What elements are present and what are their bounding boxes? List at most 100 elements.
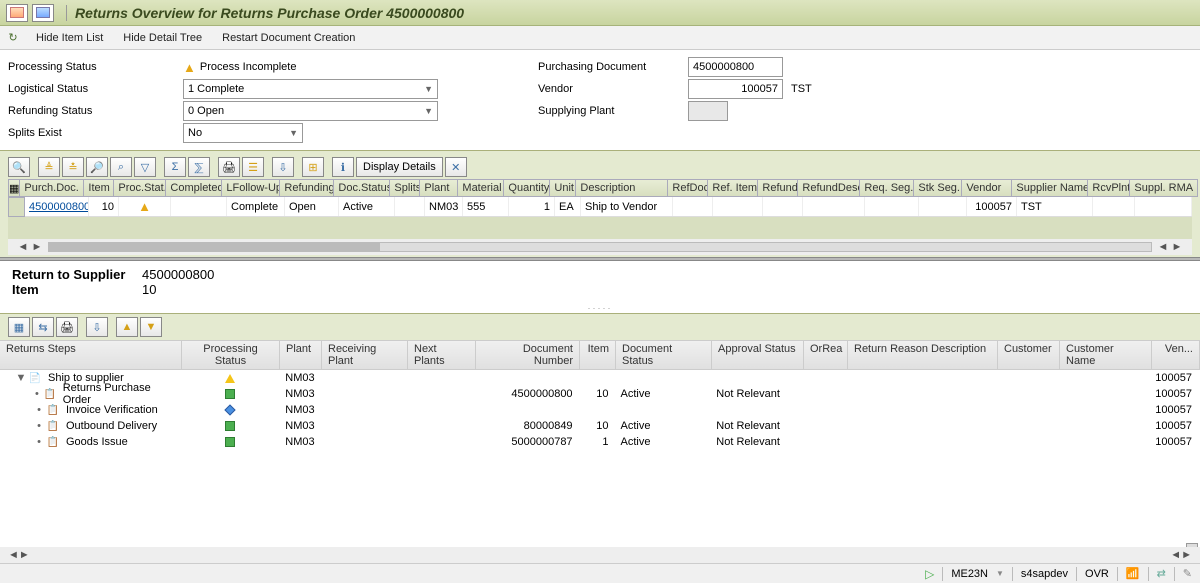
app-icon-2[interactable]: [32, 4, 54, 22]
sort-asc-icon[interactable]: ≜: [38, 157, 60, 177]
tree-col-reason[interactable]: Return Reason Description: [848, 341, 998, 369]
expand-icon[interactable]: •: [30, 388, 43, 400]
find-next-icon[interactable]: ⌕: [110, 157, 132, 177]
sum-icon[interactable]: Σ: [164, 157, 186, 177]
tree-expand-icon[interactable]: ▲: [116, 317, 138, 337]
restart-document-creation-button[interactable]: Restart Document Creation: [216, 32, 361, 44]
find-icon[interactable]: 🔎: [86, 157, 108, 177]
tree-col-orrea[interactable]: OrRea: [804, 341, 848, 369]
vendor-field[interactable]: 100057: [688, 79, 783, 99]
hide-item-list-button[interactable]: Hide Item List: [30, 32, 109, 44]
info-icon[interactable]: ℹ: [332, 157, 354, 177]
sort-desc-icon[interactable]: ≛: [62, 157, 84, 177]
status-note-icon[interactable]: ✎: [1183, 567, 1192, 580]
col-refunding[interactable]: Refunding: [280, 180, 334, 196]
col-refund[interactable]: Refund: [758, 180, 798, 196]
status-play-icon[interactable]: ▷: [925, 567, 934, 581]
tree-row[interactable]: •📋Invoice VerificationNM03100057: [0, 402, 1200, 418]
tree-print-icon[interactable]: 🖨: [56, 317, 78, 337]
tree-status-icon: [182, 437, 280, 447]
tree-col-appr[interactable]: Approval Status: [712, 341, 804, 369]
tree-row[interactable]: •📋Goods IssueNM0350000007871ActiveNot Re…: [0, 434, 1200, 450]
scroll-right-icon[interactable]: ►: [19, 549, 30, 561]
tree-col-docnum[interactable]: Document Number: [476, 341, 580, 369]
details-icon[interactable]: 🔍: [8, 157, 30, 177]
col-proc-stat[interactable]: Proc.Stat.: [114, 180, 166, 196]
col-rcvplnt[interactable]: RcvPlnt: [1088, 180, 1130, 196]
tree-col-vendor[interactable]: Ven...: [1152, 341, 1200, 369]
tree-col-plant[interactable]: Plant: [280, 341, 322, 369]
expand-icon[interactable]: •: [32, 404, 46, 416]
filter-icon[interactable]: ▽: [134, 157, 156, 177]
select-all-icon[interactable]: ▦: [8, 179, 20, 197]
chevron-down-icon[interactable]: ▼: [996, 569, 1004, 578]
close-icon[interactable]: ✕: [445, 157, 467, 177]
col-vendor[interactable]: Vendor: [962, 180, 1012, 196]
status-adjust-icon[interactable]: ⇄: [1157, 567, 1166, 580]
col-refund-desc[interactable]: RefundDesc: [798, 180, 860, 196]
horizontal-scrollbar[interactable]: [48, 242, 1152, 252]
expand-icon[interactable]: •: [32, 436, 46, 448]
expand-icon[interactable]: •: [32, 420, 46, 432]
col-description[interactable]: Description: [576, 180, 668, 196]
app-icon-1[interactable]: [6, 4, 28, 22]
tree-export-icon[interactable]: ⇩: [86, 317, 108, 337]
status-tcode[interactable]: ME23N: [951, 568, 988, 580]
tree-status-icon: [182, 389, 280, 399]
supplying-plant-field[interactable]: [688, 101, 728, 121]
tree-col-docstat[interactable]: Document Status: [616, 341, 712, 369]
refresh-icon[interactable]: ↻: [4, 29, 22, 47]
cell-purch-doc[interactable]: 4500000800: [25, 197, 89, 216]
tree-col-steps[interactable]: Returns Steps: [0, 341, 182, 369]
tree-row[interactable]: •📋Returns Purchase OrderNM03450000080010…: [0, 386, 1200, 402]
col-suppl-rma[interactable]: Suppl. RMA: [1130, 180, 1198, 196]
hide-detail-tree-button[interactable]: Hide Detail Tree: [117, 32, 208, 44]
tree-plant: NM03: [279, 420, 321, 432]
scroll-left-icon-r[interactable]: ◄: [1156, 241, 1170, 253]
tree-row[interactable]: •📋Outbound DeliveryNM038000084910ActiveN…: [0, 418, 1200, 434]
tree-tool-1[interactable]: ▦: [8, 317, 30, 337]
scroll-right-icon-r[interactable]: ►: [1181, 549, 1192, 561]
scroll-left-icon[interactable]: ◄: [8, 549, 19, 561]
tree-col-item[interactable]: Item: [580, 341, 616, 369]
layout-icon[interactable]: ⊞: [302, 157, 324, 177]
scroll-left-icon-r[interactable]: ◄: [1170, 549, 1181, 561]
col-completed[interactable]: Completed: [166, 180, 222, 196]
tree-col-status[interactable]: Processing Status: [182, 341, 280, 369]
splits-exist-select[interactable]: No ▼: [183, 123, 303, 143]
col-splits[interactable]: Splits: [390, 180, 420, 196]
col-quantity[interactable]: Quantity: [504, 180, 550, 196]
row-selector[interactable]: [8, 197, 25, 217]
scroll-right-icon[interactable]: ►: [30, 241, 44, 253]
col-item[interactable]: Item: [84, 180, 114, 196]
logistical-status-select[interactable]: 1 Complete ▼: [183, 79, 438, 99]
col-unit[interactable]: Unit: [550, 180, 576, 196]
col-ref-item[interactable]: Ref. Item: [708, 180, 758, 196]
tree-collapse-icon[interactable]: ▼: [140, 317, 162, 337]
print-icon[interactable]: 🖨: [218, 157, 240, 177]
col-req-seg[interactable]: Req. Seg.: [860, 180, 914, 196]
col-lfollowup[interactable]: LFollow-Up: [222, 180, 280, 196]
col-plant[interactable]: Plant: [420, 180, 458, 196]
export-icon[interactable]: ⇩: [272, 157, 294, 177]
purchasing-document-field[interactable]: 4500000800: [688, 57, 783, 77]
col-material[interactable]: Material: [458, 180, 504, 196]
tree-tool-2[interactable]: ⇆: [32, 317, 54, 337]
view-icon[interactable]: ☰: [242, 157, 264, 177]
col-supplier-name[interactable]: Supplier Name: [1012, 180, 1088, 196]
doc-icon: 📋: [44, 389, 57, 400]
col-purch-doc[interactable]: Purch.Doc.: [20, 180, 84, 196]
tree-col-custname[interactable]: Customer Name: [1060, 341, 1152, 369]
tree-col-next[interactable]: Next Plants: [408, 341, 476, 369]
tree-col-rcvplant[interactable]: Receiving Plant: [322, 341, 408, 369]
tree-col-customer[interactable]: Customer: [998, 341, 1060, 369]
scroll-left-icon[interactable]: ◄: [16, 241, 30, 253]
status-signal-icon[interactable]: 📶: [1126, 567, 1140, 580]
subtotal-icon[interactable]: ⅀: [188, 157, 210, 177]
col-doc-status[interactable]: Doc.Status: [334, 180, 390, 196]
refunding-status-select[interactable]: 0 Open ▼: [183, 101, 438, 121]
display-details-button[interactable]: Display Details: [356, 157, 443, 177]
col-stk-seg[interactable]: Stk Seg.: [914, 180, 962, 196]
col-refdoc[interactable]: RefDoc: [668, 180, 708, 196]
scroll-right-icon-r[interactable]: ►: [1170, 241, 1184, 253]
